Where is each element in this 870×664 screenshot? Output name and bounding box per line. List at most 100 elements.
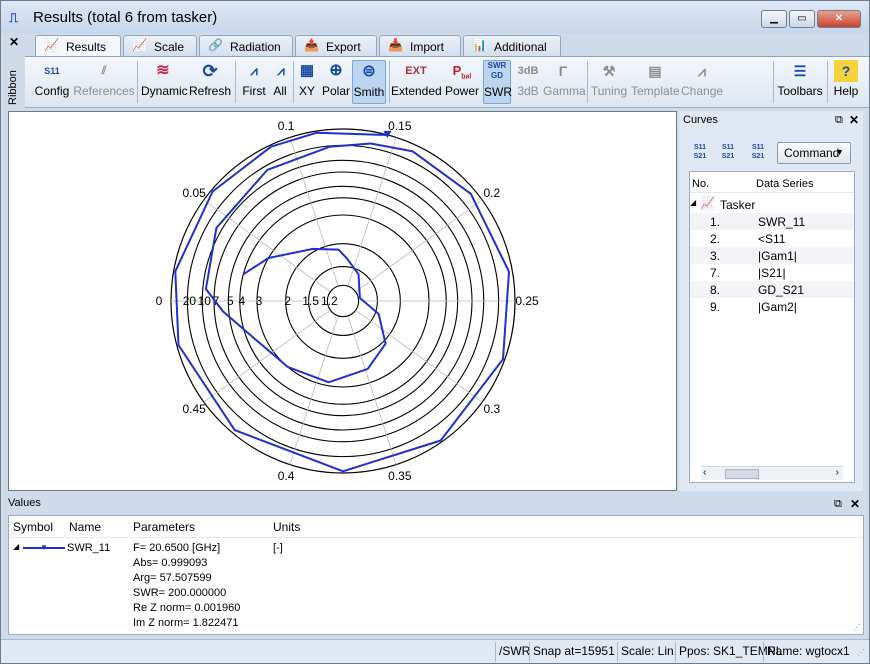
resize-grip-icon[interactable]: ⋰	[853, 623, 861, 632]
wavelength-label: 0.3	[484, 402, 501, 416]
swr-gd-icon: SWR GD	[487, 61, 507, 80]
all-button[interactable]: ⩘ All	[269, 60, 291, 104]
curves-pane: Curves ⧉ ✕ S11 S21 S11 S21 S11 S21 Command …	[679, 111, 863, 491]
first-button[interactable]: ⩘ First	[239, 60, 269, 104]
tab-radiation[interactable]: 🔗 Radiation	[199, 35, 293, 57]
swr-circle-label: 2	[284, 294, 291, 308]
curve-number: 2.	[710, 232, 721, 246]
command-dropdown[interactable]: Command ▼	[777, 142, 851, 164]
toolbar-separator	[137, 61, 138, 103]
curve-list-item[interactable]: 9. |Gam2|	[690, 298, 854, 315]
pane-close-icon[interactable]: ✕	[849, 113, 859, 127]
parameter-value: SWR= 200.000000	[133, 587, 227, 599]
power-button[interactable]: Pbal Power	[443, 60, 481, 104]
swr-button[interactable]: SWR GD SWR	[483, 60, 512, 104]
tab-export[interactable]: 📤 Export	[295, 35, 377, 57]
scrollbar-thumb[interactable]	[725, 469, 759, 479]
dynamic-button[interactable]: ≋ Dynamic	[141, 60, 188, 104]
dynamic-icon: ≋	[156, 62, 170, 79]
polar-button[interactable]: ⊕ Polar	[321, 60, 351, 104]
curve-list-item[interactable]: 2. <S11	[690, 230, 854, 247]
scale-icon: 📈	[132, 38, 147, 52]
curves-grid-button[interactable]: S11 S21	[717, 143, 739, 163]
curve-number: 7.	[710, 266, 721, 280]
tree-expand-icon[interactable]: ◢	[13, 542, 19, 551]
import-icon: 📥	[388, 38, 403, 52]
first-icon: ⩘	[250, 63, 258, 78]
curve-name: |Gam2|	[758, 300, 797, 314]
tasker-group[interactable]: ◢ 📈 Tasker	[690, 196, 854, 213]
status-cell: Scale: Lin.	[621, 644, 678, 658]
tab-scale[interactable]: 📈 Scale	[123, 35, 197, 57]
curves-compare-button[interactable]: S11 S21	[747, 143, 769, 163]
gamma-button[interactable]: Γ Gamma	[543, 60, 586, 104]
polar-icon: ⊕	[329, 62, 343, 79]
toolbars-button[interactable]: ☰ Toolbars	[777, 60, 823, 104]
toolbars-icon: ☰	[793, 63, 807, 79]
tuning-button[interactable]: ⚒ Tuning	[589, 60, 629, 104]
parameter-value: F= 20.6500 [GHz]	[133, 542, 221, 554]
minimize-button[interactable]: ▁	[761, 10, 787, 28]
curve-list-item[interactable]: 3. |Gam1|	[690, 247, 854, 264]
wavelength-label: 0.1	[278, 119, 295, 133]
radial-gridline	[347, 316, 397, 465]
horizontal-scrollbar[interactable]: ‹ ›	[701, 466, 843, 480]
curve-list-item[interactable]: 8. GD_S21	[690, 281, 854, 298]
series-marker-icon: ▼	[40, 543, 48, 552]
wavelength-label: 0.05	[182, 186, 206, 200]
export-icon: 📤	[304, 38, 319, 52]
curves-title: Curves	[683, 114, 718, 126]
toolbar-separator	[389, 61, 390, 103]
radial-gridline	[203, 199, 331, 292]
tab-additional[interactable]: 📊 Additional	[463, 35, 561, 57]
config-button[interactable]: S11 Config	[33, 60, 71, 104]
wavelength-label: 0.15	[388, 119, 412, 133]
scroll-left-arrow[interactable]: ‹	[703, 467, 706, 478]
smith-chart-icon: ⊜	[362, 63, 376, 80]
wavelength-label: 0.2	[484, 186, 501, 200]
curve-name: <S11	[758, 232, 786, 246]
tab-import[interactable]: 📥 Import	[379, 35, 461, 57]
pane-float-icon[interactable]: ⧉	[834, 498, 842, 511]
curve-list-item[interactable]: 1. SWR_11	[690, 213, 854, 230]
tuning-icon: ⚒	[602, 63, 616, 79]
maximize-button[interactable]: ▭	[789, 10, 815, 28]
curves-view-button[interactable]: S11 S21	[689, 143, 711, 163]
wavelength-label: 0.35	[388, 469, 412, 483]
tab-results[interactable]: 📈 Results	[35, 35, 121, 58]
xy-button[interactable]: ▦ XY	[295, 60, 319, 104]
smith-button[interactable]: ⊜ Smith	[352, 60, 386, 104]
references-button[interactable]: ⫽ References	[73, 60, 135, 104]
template-button[interactable]: ▤ Template	[631, 60, 680, 104]
curve-list-item[interactable]: 7. |S21|	[690, 264, 854, 281]
values-table: Symbol Name Parameters Units ◢ ▼ SWR_11 …	[8, 515, 864, 635]
parameter-value: Abs= 0.999093	[133, 557, 208, 569]
smith-chart-pane[interactable]: 0 0.05 0.1 0.15 0.2 0.25 0.3 0.35 0.4 0.45 20 10 7 5 4…	[8, 111, 677, 491]
extended-button[interactable]: EXT Extended	[391, 60, 442, 104]
pane-float-icon[interactable]: ⧉	[835, 114, 843, 127]
change-button[interactable]: ⩘ Change	[681, 60, 723, 104]
scroll-right-arrow[interactable]: ›	[836, 467, 839, 478]
ribbon-collapse-button[interactable]: ✕	[9, 35, 19, 49]
swr-circle-label: 3	[256, 294, 263, 308]
swr-circle-label: 1.2	[321, 294, 338, 308]
values-pane-header: Values	[8, 497, 41, 515]
toolbar-separator	[587, 61, 588, 103]
values-table-header: Symbol Name Parameters Units	[9, 516, 863, 538]
close-button[interactable]: ✕	[817, 10, 861, 28]
tree-expand-icon[interactable]: ◢	[690, 198, 696, 207]
parameter-value: Arg= 57.507599	[133, 572, 212, 584]
swr-circle-label: 20	[183, 294, 197, 308]
help-button[interactable]: ? Help	[831, 60, 861, 104]
ribbon-toolbar: S11 Config ⫽ References ≋ Dynamic ⟳ Refr…	[25, 56, 869, 108]
template-icon: ▤	[648, 63, 662, 79]
3db-button[interactable]: 3dB 3dB	[515, 60, 541, 104]
additional-icon: 📊	[472, 38, 487, 52]
smith-chart[interactable]: 00.050.1 0.150.20.250.30.350.40.4520 10 7 5 4…	[9, 112, 676, 490]
pane-close-icon[interactable]: ✕	[850, 497, 860, 511]
refresh-button[interactable]: ⟳ Refresh	[189, 60, 231, 104]
values-pane: Values ⧉ ✕ Symbol Name Parameters Units …	[8, 497, 864, 637]
parameter-value: Re Z norm= 0.001960	[133, 602, 241, 614]
extended-icon: EXT	[405, 65, 427, 77]
resize-grip-icon[interactable]: ⋰	[857, 648, 865, 657]
